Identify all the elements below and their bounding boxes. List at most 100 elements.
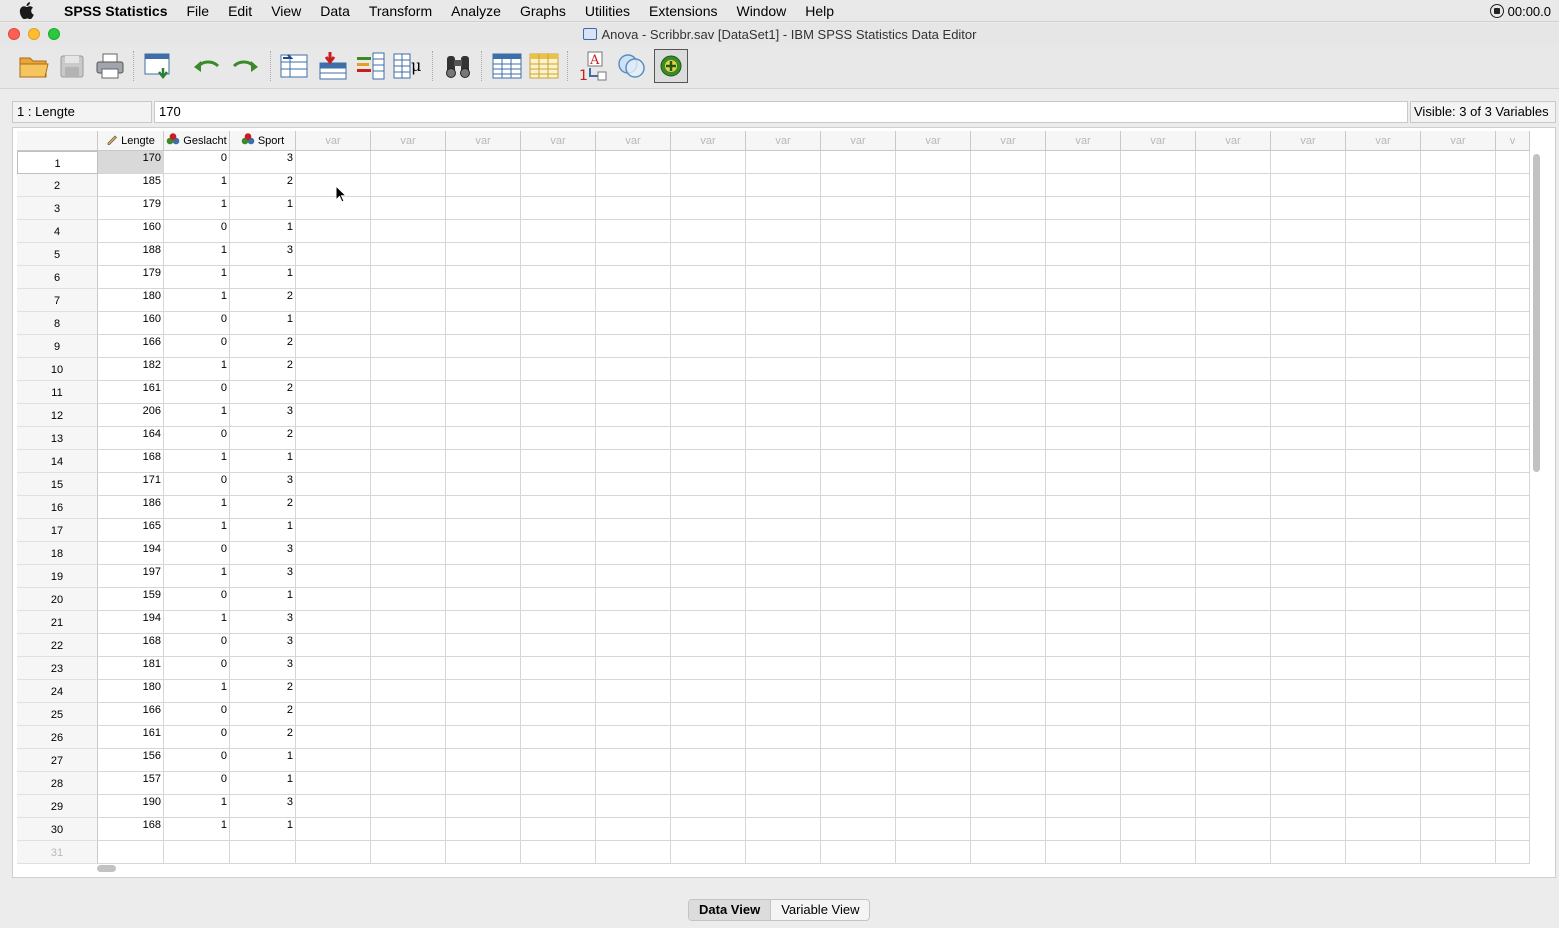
empty-cell[interactable] bbox=[971, 657, 1046, 680]
empty-cell[interactable] bbox=[371, 197, 446, 220]
data-cell-sport[interactable]: 2 bbox=[230, 680, 296, 703]
empty-cell[interactable] bbox=[596, 358, 671, 381]
empty-cell[interactable] bbox=[521, 726, 596, 749]
data-cell-geslacht[interactable]: 0 bbox=[164, 220, 230, 243]
empty-cell[interactable] bbox=[971, 473, 1046, 496]
data-cell-lengte[interactable]: 181 bbox=[98, 657, 164, 680]
empty-cell[interactable] bbox=[1196, 473, 1271, 496]
empty-cell[interactable] bbox=[971, 289, 1046, 312]
empty-cell[interactable] bbox=[746, 151, 821, 174]
data-cell-geslacht[interactable]: 0 bbox=[164, 335, 230, 358]
empty-cell[interactable] bbox=[446, 358, 521, 381]
empty-cell[interactable] bbox=[896, 703, 971, 726]
empty-cell[interactable] bbox=[296, 404, 371, 427]
empty-cell[interactable] bbox=[1421, 151, 1496, 174]
empty-cell[interactable] bbox=[671, 841, 746, 864]
empty-cell[interactable] bbox=[446, 818, 521, 841]
data-cell-sport[interactable]: 1 bbox=[230, 818, 296, 841]
data-cell-sport[interactable]: 3 bbox=[230, 473, 296, 496]
empty-cell[interactable] bbox=[446, 174, 521, 197]
data-cell-lengte[interactable]: 190 bbox=[98, 795, 164, 818]
goto-case-icon[interactable] bbox=[278, 49, 312, 83]
row-number[interactable]: 27 bbox=[17, 749, 98, 772]
empty-cell[interactable] bbox=[596, 174, 671, 197]
data-cell-lengte[interactable]: 179 bbox=[98, 266, 164, 289]
tab-variable-view[interactable]: Variable View bbox=[771, 900, 869, 920]
empty-cell[interactable] bbox=[1346, 243, 1421, 266]
empty-cell[interactable] bbox=[1346, 151, 1421, 174]
empty-cell[interactable] bbox=[296, 358, 371, 381]
empty-cell[interactable] bbox=[971, 818, 1046, 841]
split-file-icon[interactable] bbox=[527, 49, 561, 83]
empty-cell[interactable] bbox=[1121, 266, 1196, 289]
data-cell-geslacht[interactable]: 1 bbox=[164, 611, 230, 634]
empty-cell[interactable] bbox=[1496, 680, 1530, 703]
empty-cell[interactable] bbox=[521, 243, 596, 266]
empty-cell[interactable] bbox=[1496, 473, 1530, 496]
menu-utilities[interactable]: Utilities bbox=[576, 3, 640, 19]
empty-cell[interactable] bbox=[671, 197, 746, 220]
empty-cell[interactable] bbox=[971, 726, 1046, 749]
empty-cell[interactable] bbox=[521, 772, 596, 795]
empty-cell[interactable] bbox=[1496, 657, 1530, 680]
empty-cell[interactable] bbox=[521, 611, 596, 634]
empty-cell[interactable] bbox=[971, 588, 1046, 611]
empty-cell[interactable] bbox=[1421, 289, 1496, 312]
empty-cell[interactable] bbox=[1421, 680, 1496, 703]
empty-cell[interactable] bbox=[896, 841, 971, 864]
empty-cell[interactable] bbox=[1271, 680, 1346, 703]
empty-cell[interactable] bbox=[521, 427, 596, 450]
empty-cell[interactable] bbox=[1196, 151, 1271, 174]
empty-cell[interactable] bbox=[446, 841, 521, 864]
empty-cell[interactable] bbox=[596, 289, 671, 312]
empty-cell[interactable] bbox=[371, 588, 446, 611]
data-cell-lengte[interactable]: 188 bbox=[98, 243, 164, 266]
empty-cell[interactable] bbox=[971, 220, 1046, 243]
row-number[interactable]: 18 bbox=[17, 542, 98, 565]
empty-cell[interactable] bbox=[671, 565, 746, 588]
empty-cell[interactable] bbox=[746, 726, 821, 749]
empty-cell[interactable] bbox=[821, 519, 896, 542]
menu-window[interactable]: Window bbox=[727, 3, 796, 19]
empty-cell[interactable] bbox=[1121, 496, 1196, 519]
data-cell-lengte[interactable]: 206 bbox=[98, 404, 164, 427]
empty-cell[interactable] bbox=[596, 243, 671, 266]
empty-cell[interactable] bbox=[821, 381, 896, 404]
empty-cell[interactable] bbox=[446, 312, 521, 335]
empty-cell[interactable] bbox=[446, 335, 521, 358]
data-cell-lengte[interactable]: 180 bbox=[98, 680, 164, 703]
empty-cell[interactable] bbox=[1346, 358, 1421, 381]
empty-cell[interactable] bbox=[1271, 749, 1346, 772]
data-cell-lengte[interactable]: 160 bbox=[98, 220, 164, 243]
data-cell-geslacht[interactable] bbox=[164, 841, 230, 864]
empty-cell[interactable] bbox=[1046, 542, 1121, 565]
row-number[interactable]: 26 bbox=[17, 726, 98, 749]
empty-cell[interactable] bbox=[1046, 220, 1121, 243]
data-cell-geslacht[interactable]: 0 bbox=[164, 427, 230, 450]
row-number[interactable]: 22 bbox=[17, 634, 98, 657]
empty-cell[interactable] bbox=[296, 611, 371, 634]
data-cell-geslacht[interactable]: 1 bbox=[164, 266, 230, 289]
empty-cell[interactable] bbox=[446, 473, 521, 496]
empty-cell[interactable] bbox=[296, 703, 371, 726]
empty-cell[interactable] bbox=[596, 404, 671, 427]
empty-cell[interactable] bbox=[1421, 542, 1496, 565]
row-number[interactable]: 10 bbox=[17, 358, 98, 381]
empty-cell[interactable] bbox=[896, 611, 971, 634]
empty-cell[interactable] bbox=[1196, 565, 1271, 588]
empty-cell[interactable] bbox=[971, 634, 1046, 657]
empty-cell[interactable] bbox=[821, 473, 896, 496]
empty-cell[interactable] bbox=[1346, 427, 1421, 450]
empty-cell[interactable] bbox=[1046, 289, 1121, 312]
row-number[interactable]: 20 bbox=[17, 588, 98, 611]
empty-cell[interactable] bbox=[1421, 795, 1496, 818]
empty-cell[interactable] bbox=[1271, 197, 1346, 220]
empty-cell[interactable] bbox=[821, 634, 896, 657]
empty-cell[interactable] bbox=[596, 151, 671, 174]
empty-cell[interactable] bbox=[446, 657, 521, 680]
empty-cell[interactable] bbox=[1196, 703, 1271, 726]
empty-cell[interactable] bbox=[746, 243, 821, 266]
data-cell-sport[interactable]: 3 bbox=[230, 657, 296, 680]
empty-cell[interactable] bbox=[446, 611, 521, 634]
empty-cell[interactable] bbox=[1346, 404, 1421, 427]
